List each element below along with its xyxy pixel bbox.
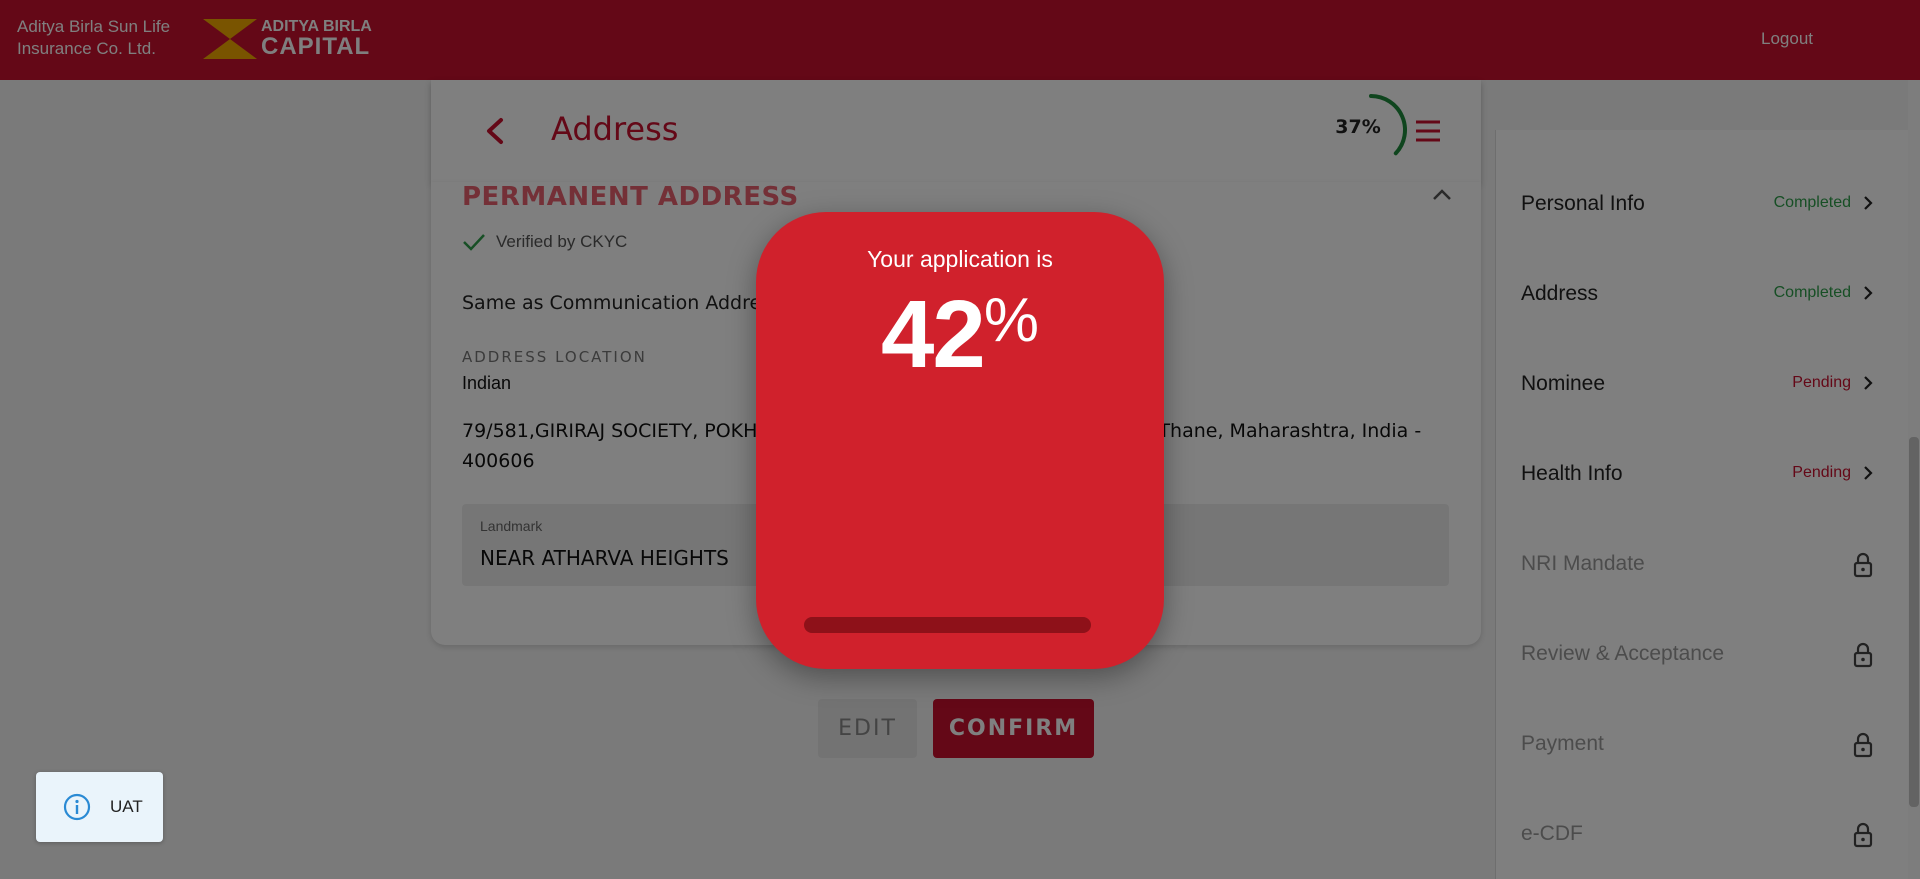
info-icon — [63, 793, 91, 821]
environment-badge: UAT — [36, 772, 163, 842]
application-progress-popup: Your application is 42% — [756, 212, 1164, 669]
popup-caption: Your application is — [867, 246, 1053, 272]
popup-progress-bar — [804, 617, 1091, 633]
environment-label: UAT — [110, 797, 143, 816]
popup-percentage-unit: % — [983, 286, 1039, 355]
popup-percentage-number: 42 — [881, 281, 986, 388]
popup-percentage: 42% — [756, 280, 1164, 390]
